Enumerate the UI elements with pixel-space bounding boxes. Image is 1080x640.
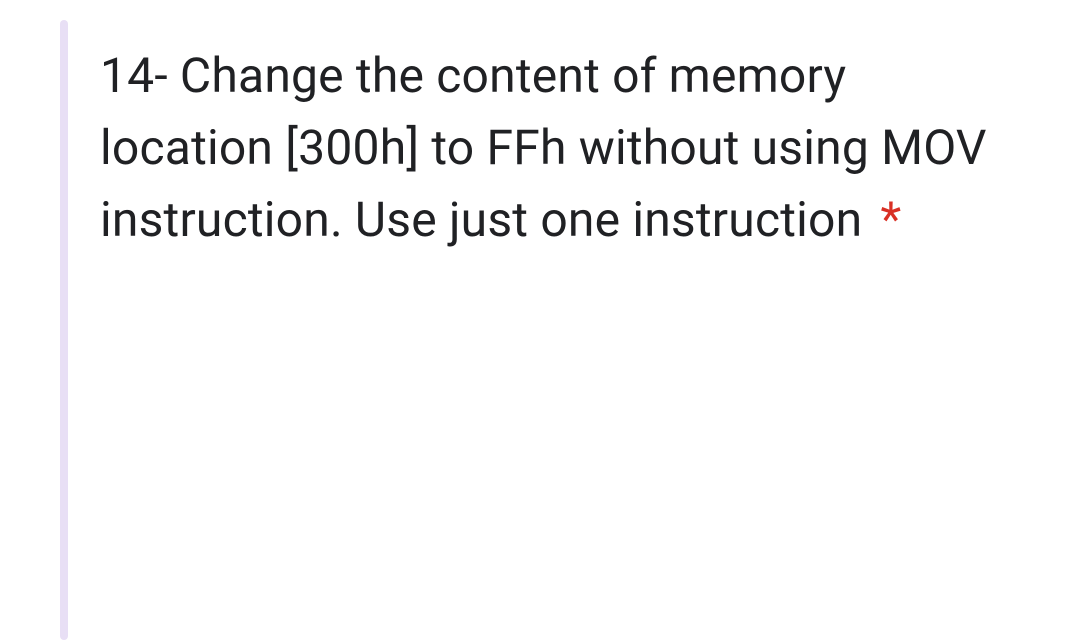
question-container: 14- Change the content of memory locatio… [100,40,1010,256]
left-accent-bar [60,20,68,640]
required-asterisk: * [880,191,901,248]
question-text: 14- Change the content of memory locatio… [100,40,1010,256]
question-body: 14- Change the content of memory locatio… [100,47,987,248]
